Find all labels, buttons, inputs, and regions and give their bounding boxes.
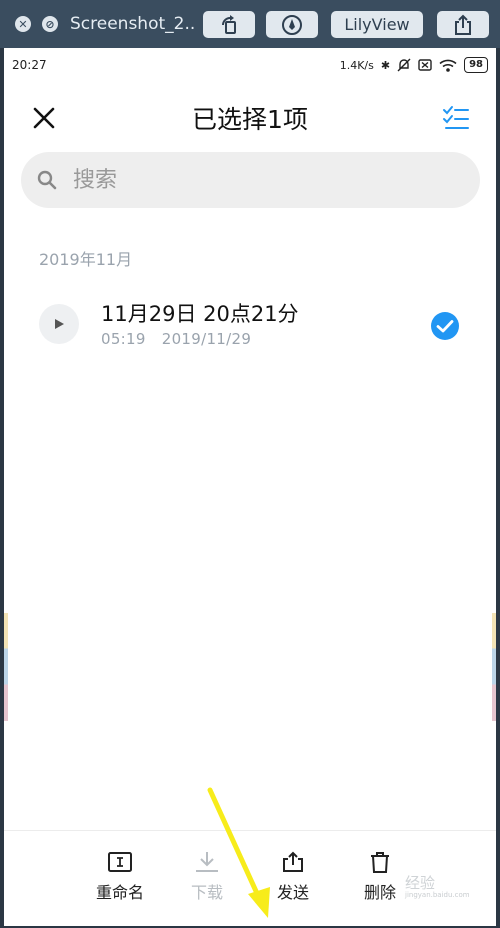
send-label: 发送 (276, 883, 309, 902)
markup-button[interactable] (266, 11, 318, 38)
month-group-label: 2019年11月 (39, 250, 133, 269)
search-icon (37, 170, 57, 190)
network-speed: 1.4K/s (339, 58, 374, 72)
download-icon (196, 852, 218, 872)
search-input[interactable] (73, 162, 453, 198)
status-bar: 20:27 1.4K/s ✱ 98 (4, 48, 496, 82)
mute-bell-icon (397, 58, 411, 72)
recording-duration: 05:19 (101, 330, 146, 348)
edge-decoration (4, 613, 8, 721)
share-button[interactable] (437, 11, 489, 38)
share-icon (283, 851, 303, 872)
rename-button[interactable]: 重命名 (85, 851, 155, 903)
rename-label: 重命名 (95, 883, 144, 902)
phone-screen: 20:27 1.4K/s ✱ 98 已选择1项 搜索 2019年11月 11月2… (4, 48, 496, 926)
share-icon (455, 14, 471, 35)
viewer-titlebar: ✕ ⊘ Screenshot_2... LilyView (0, 0, 500, 48)
rename-icon (108, 852, 132, 872)
edge-decoration (492, 613, 496, 721)
viewer-title: Screenshot_2... (70, 14, 195, 34)
page-title: 已选择1项 (192, 105, 308, 134)
watermark: 经验 jingyan.baidu.com (405, 872, 470, 899)
watermark-text: 经验 (405, 874, 436, 892)
minimize-window-icon[interactable]: ⊘ (42, 16, 58, 32)
recording-meta: 05:19 2019/11/29 (101, 330, 251, 348)
recording-date: 2019/11/29 (161, 330, 252, 348)
selected-check-icon[interactable] (430, 311, 460, 341)
watermark-url: jingyan.baidu.com (405, 891, 470, 899)
battery-indicator: 98 (464, 57, 488, 73)
download-button[interactable]: 下载 (172, 851, 242, 903)
close-window-icon[interactable]: ✕ (15, 16, 31, 32)
play-button[interactable] (39, 304, 79, 344)
recording-title: 11月29日 20点21分 (101, 302, 299, 326)
sim-off-icon (418, 59, 432, 71)
markup-pen-icon (282, 14, 302, 35)
selection-header: 已选择1项 (4, 90, 496, 146)
download-label: 下载 (190, 883, 223, 902)
lilyview-button[interactable]: LilyView (331, 11, 423, 38)
rotate-button[interactable] (203, 11, 255, 38)
wifi-icon (439, 59, 457, 72)
play-icon (55, 319, 64, 329)
select-all-icon[interactable] (442, 104, 470, 132)
recording-list-item[interactable]: 11月29日 20点21分 05:19 2019/11/29 (4, 292, 496, 358)
send-button[interactable]: 发送 (258, 851, 328, 903)
status-icons: 1.4K/s ✱ 98 (340, 57, 488, 73)
rotate-icon (222, 14, 236, 34)
bluetooth-icon: ✱ (380, 58, 391, 72)
search-bar[interactable] (21, 152, 480, 208)
status-time: 20:27 (12, 58, 47, 72)
delete-label: 删除 (363, 883, 396, 902)
trash-icon (371, 852, 389, 873)
